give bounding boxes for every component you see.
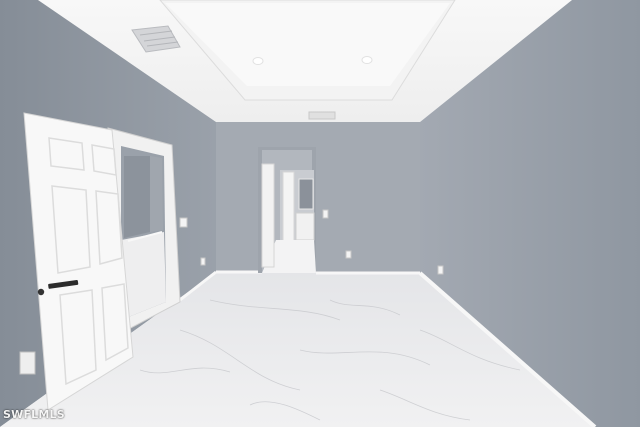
hallway-door-frame [261, 163, 275, 268]
watermark-text: SWFLMLS [3, 408, 65, 421]
wall-outlet [345, 250, 352, 259]
door-lock [37, 288, 45, 296]
wall-outlet [437, 265, 444, 275]
light-switch[interactable] [179, 217, 188, 228]
hallway-vanity [295, 212, 315, 241]
hallway-door [282, 171, 295, 251]
back-wall [216, 122, 420, 273]
light-switch[interactable] [322, 209, 329, 219]
ceiling-vent-small [308, 111, 336, 120]
room-photo: SWFLMLS [0, 0, 640, 427]
wall-outlet [200, 257, 206, 266]
recessed-light [252, 57, 264, 65]
recessed-light [361, 56, 373, 64]
hallway-mirror [298, 178, 314, 210]
wall-outlet [19, 351, 36, 375]
room-scene [0, 0, 640, 427]
